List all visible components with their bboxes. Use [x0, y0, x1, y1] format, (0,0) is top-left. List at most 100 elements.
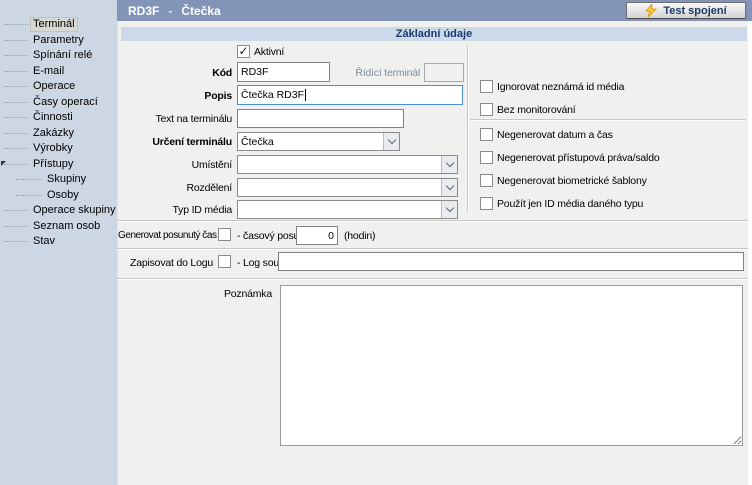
sidebar-item-seznam-osob[interactable]: Seznam osob: [0, 219, 117, 233]
bez-monitorovani-label: Bez monitorování: [497, 104, 576, 116]
dropdown-button[interactable]: [441, 156, 457, 173]
ignorovat-neznama-id-media-checkbox[interactable]: [480, 80, 493, 93]
zapisovat-do-logu-checkbox[interactable]: [218, 255, 231, 268]
sidebar-item-label: Osoby: [45, 189, 81, 202]
sidebar-item-spinani-rele[interactable]: Spínání relé: [0, 48, 117, 62]
header-separator: -: [168, 4, 172, 18]
pouzit-jen-id-media-label: Použít jen ID média daného typu: [497, 198, 643, 210]
tree-line: [4, 210, 28, 211]
sidebar-item-label: Stav: [31, 235, 57, 248]
ridici-terminal-label: Řídící terminál: [343, 67, 420, 79]
urceni-terminalu-value: Čtečka: [238, 136, 383, 148]
negenerovat-pristupova-prava-checkbox[interactable]: [480, 151, 493, 164]
kod-value: RD3F: [241, 66, 268, 78]
text-na-terminalu-input[interactable]: [237, 109, 404, 128]
tree-line: [4, 226, 28, 227]
urceni-terminalu-label: Určení terminálu: [121, 136, 232, 148]
sidebar-item-operace-skupiny[interactable]: Operace skupiny: [0, 203, 117, 217]
sidebar-item-label: Činnosti: [31, 111, 75, 124]
casovy-posun-input[interactable]: 0: [296, 226, 338, 245]
text-caret: [305, 89, 306, 101]
urceni-terminalu-select[interactable]: Čtečka: [237, 132, 400, 151]
umisteni-select[interactable]: [237, 155, 458, 174]
sidebar-item-label: E-mail: [31, 65, 66, 78]
sidebar-item-casy-operaci[interactable]: Časy operací: [0, 95, 117, 109]
sidebar-item-label: Zakázky: [31, 127, 76, 140]
generovat-posunuty-cas-checkbox[interactable]: [218, 228, 231, 241]
section-divider: [117, 248, 748, 250]
section-title: Základní údaje: [121, 27, 747, 41]
negenerovat-biometricke-sablony-label: Negenerovat biometrické šablony: [497, 175, 647, 187]
chevron-down-icon: [445, 182, 453, 190]
test-connection-label: Test spojení: [663, 5, 726, 17]
tree-line: [4, 164, 28, 165]
sidebar-item-cinnosti[interactable]: Činnosti: [0, 110, 117, 124]
page-title: Čtečka: [181, 4, 220, 18]
sidebar-item-label: Spínání relé: [31, 49, 94, 62]
dropdown-button[interactable]: [441, 201, 457, 218]
tree-line: [16, 195, 42, 196]
chevron-down-icon: [445, 159, 453, 167]
sidebar-item-stav[interactable]: Stav: [0, 234, 117, 248]
chevron-down-icon: [387, 136, 395, 144]
tree-line: [4, 40, 28, 41]
sidebar-item-vyrobky[interactable]: Výrobky: [0, 141, 117, 155]
popis-value: Čtečka RD3F: [241, 89, 304, 101]
tree-expand-icon: [1, 161, 6, 166]
sidebar-item-parametry[interactable]: Parametry: [0, 33, 117, 47]
tree-line: [4, 148, 28, 149]
rozdeleni-label: Rozdělení: [121, 182, 232, 194]
pouzit-jen-id-media-checkbox[interactable]: [480, 197, 493, 210]
sidebar-item-label: Terminál: [31, 18, 77, 31]
negenerovat-datum-a-cas-label: Negenerovat datum a čas: [497, 129, 613, 141]
sidebar-item-label: Výrobky: [31, 142, 75, 155]
sidebar-item-label: Parametry: [31, 34, 86, 47]
negenerovat-pristupova-prava-label: Negenerovat přístupová práva/saldo: [497, 152, 659, 164]
kod-label: Kód: [121, 67, 232, 79]
sidebar-item-osoby[interactable]: Osoby: [0, 188, 117, 202]
typ-id-media-select[interactable]: [237, 200, 458, 219]
lightning-icon: [645, 4, 657, 17]
tree-line: [4, 102, 28, 103]
tree-line: [4, 86, 28, 87]
sidebar-tree: Terminál Parametry Spínání relé E-mail O…: [0, 0, 117, 485]
poznamka-label: Poznámka: [180, 288, 272, 300]
kod-input[interactable]: RD3F: [237, 62, 330, 82]
tree-line: [4, 24, 28, 25]
tree-line: [4, 133, 28, 134]
sidebar-item-pristupy[interactable]: Přístupy: [0, 157, 117, 171]
sidebar-item-label: Skupiny: [45, 173, 88, 186]
tree-line: [16, 179, 42, 180]
dropdown-button[interactable]: [441, 179, 457, 196]
sidebar-item-terminal[interactable]: Terminál: [0, 17, 117, 31]
generovat-posunuty-cas-label: Generovat posunutý čas: [118, 230, 213, 241]
dropdown-button[interactable]: [383, 133, 399, 150]
bez-monitorovani-checkbox[interactable]: [480, 103, 493, 116]
popis-input[interactable]: Čtečka RD3F: [237, 85, 463, 105]
ignorovat-neznama-id-media-label: Ignorovat neznámá id média: [497, 81, 624, 93]
poznamka-textarea[interactable]: [280, 285, 743, 446]
ridici-terminal-input: [424, 63, 464, 82]
test-connection-button[interactable]: Test spojení: [626, 2, 746, 19]
negenerovat-datum-a-cas-checkbox[interactable]: [480, 128, 493, 141]
umisteni-label: Umístění: [121, 159, 232, 171]
section-divider: [117, 278, 748, 280]
log-soubor-input[interactable]: [278, 252, 744, 271]
sidebar-item-skupiny[interactable]: Skupiny: [0, 172, 117, 186]
sidebar-item-email[interactable]: E-mail: [0, 64, 117, 78]
section-divider: [117, 220, 748, 222]
tree-line: [4, 241, 28, 242]
column-divider: [467, 45, 469, 212]
app-window: Terminál Parametry Spínání relé E-mail O…: [0, 0, 752, 485]
sidebar-item-zakazky[interactable]: Zakázky: [0, 126, 117, 140]
sidebar-item-label: Časy operací: [31, 96, 100, 109]
text-na-terminalu-label: Text na terminálu: [121, 113, 232, 125]
aktivni-checkbox[interactable]: [237, 45, 250, 58]
zapisovat-do-logu-label: Zapisovat do Logu: [121, 257, 213, 269]
sidebar-item-label: Operace: [31, 80, 77, 93]
sidebar-item-operace[interactable]: Operace: [0, 79, 117, 93]
casovy-posun-value: 0: [328, 230, 334, 242]
rozdeleni-select[interactable]: [237, 178, 458, 197]
negenerovat-biometricke-sablony-checkbox[interactable]: [480, 174, 493, 187]
aktivni-label: Aktivní: [254, 46, 284, 58]
